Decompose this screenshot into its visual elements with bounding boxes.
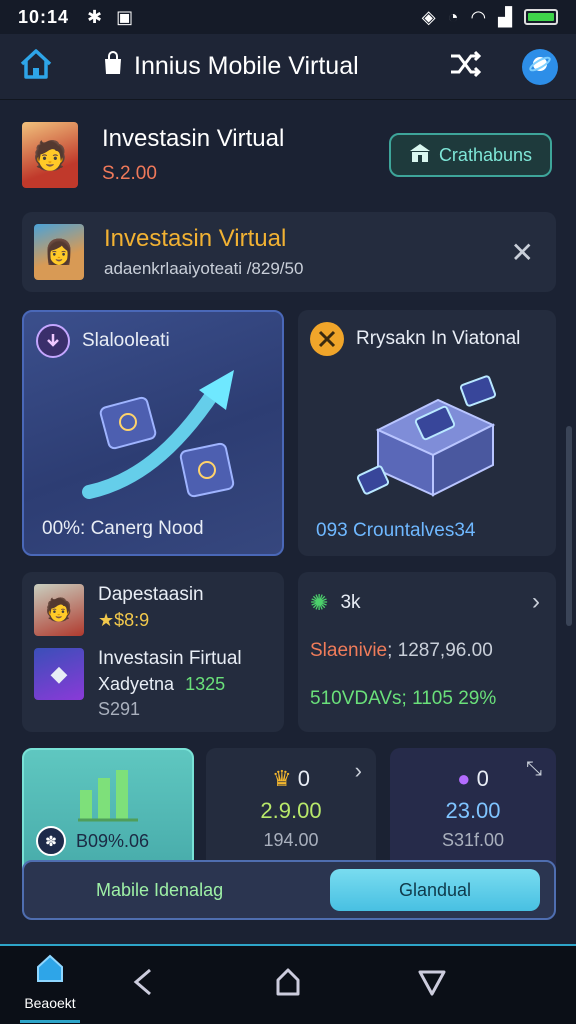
tile1-label: B09%.06 xyxy=(76,830,150,851)
shuffle-icon[interactable] xyxy=(448,47,482,86)
promo-banner[interactable]: 👩 Investasin Virtual adaenkrlaaiyoteati … xyxy=(22,212,556,292)
tile2-sub: 194.00 xyxy=(263,830,319,850)
card-dapestaasin[interactable]: 🧑 Dapestaasin ★$8:9 ◆ Investasin Firtual… xyxy=(22,572,284,732)
crathabuns-button[interactable]: Crathabuns xyxy=(388,133,552,177)
tile2-value: 2.9.00 xyxy=(260,798,322,823)
cube-icon: ◆ xyxy=(34,648,84,700)
gear-icon: ✱ xyxy=(87,6,103,27)
home-circle-icon xyxy=(276,968,300,996)
tile2-count: 0 xyxy=(297,766,311,791)
app-title-wrap: Innius Mobile Virtual xyxy=(102,51,359,82)
glandual-button[interactable]: Glandual xyxy=(330,869,540,911)
nav-home[interactable]: Beaoekt xyxy=(10,952,90,1023)
app-bar-actions xyxy=(448,47,558,86)
card-d-line2: 510VDAVs; 1105 29% xyxy=(310,688,497,709)
card-rrysakn[interactable]: Rrysakn In Viatonal 093 Crountalves34 xyxy=(298,310,556,556)
banner-avatar: 👩 xyxy=(34,224,84,280)
alarm-icon: ◔ xyxy=(447,6,459,27)
card-a-footer: 00%: Canerg Nood xyxy=(42,518,204,539)
card-c-item1-title: Dapestaasin xyxy=(98,584,204,605)
planet-icon xyxy=(529,53,551,80)
card-b-footer: 093 Crountalves34 xyxy=(316,520,476,541)
building-icon xyxy=(409,143,431,168)
tile3-count: 0 xyxy=(476,766,489,791)
card-stats[interactable]: ✺ 3k › Slaenivie; 1287,96.00 510VDAVs; 1… xyxy=(298,572,556,732)
download-icon xyxy=(36,324,70,358)
card-c-item2-extra: S291 xyxy=(98,699,141,719)
message-icon: ▣ xyxy=(116,6,134,27)
card-b-title: Rrysakn In Viatonal xyxy=(356,328,521,349)
profile-row: 🧑 Investasin Virtual S.2.00 Crathabuns xyxy=(22,120,552,190)
nav-home-button[interactable] xyxy=(248,966,328,1003)
avatar: 🧑 xyxy=(22,122,78,188)
status-time: 10:14 xyxy=(18,6,70,27)
card-c-item2-sub: Xadyetna xyxy=(98,674,175,694)
server-box-icon xyxy=(356,375,497,497)
home-icon[interactable] xyxy=(18,46,54,87)
orb-icon: ● xyxy=(457,766,471,791)
banner-subtitle: adaenkrlaaiyoteati /829/50 xyxy=(104,259,304,278)
nav-back[interactable] xyxy=(104,966,184,1003)
card-d-line1-label: Slaenivie xyxy=(310,640,388,661)
battery-icon xyxy=(524,9,558,25)
tile3-value: 23.00 xyxy=(445,798,501,823)
card-c-item2-value: 1325 xyxy=(185,674,226,694)
wifi-icon: ◠ xyxy=(470,6,487,27)
nav-active-indicator xyxy=(20,1020,80,1023)
card-d-title: 3k xyxy=(340,592,361,613)
app-title: Innius Mobile Virtual xyxy=(134,52,359,80)
content-area[interactable]: 🧑 Investasin Virtual S.2.00 Crathabuns 👩… xyxy=(0,100,576,944)
gear-cluster-icon: ✺ xyxy=(310,590,329,615)
chevron-right-icon[interactable]: › xyxy=(532,588,540,616)
tools-icon xyxy=(310,322,344,356)
profile-button[interactable] xyxy=(522,48,558,85)
mabile-button[interactable]: Mabile Idenalag xyxy=(96,880,223,901)
bar-chart-icon xyxy=(78,770,138,822)
nav-home-label: Beaoekt xyxy=(24,995,76,1011)
home-nav-icon xyxy=(37,954,63,982)
crown-icon: ♛ xyxy=(271,766,292,791)
profile-name: Investasin Virtual xyxy=(102,125,285,152)
thumb-person: 🧑 xyxy=(34,584,84,636)
crathabuns-label: Crathabuns xyxy=(438,144,532,165)
card-d-line1-value: ; 1287,96.00 xyxy=(387,640,493,661)
recents-triangle-icon xyxy=(418,970,446,996)
status-right: ◈ ◔ ◠ ▟ xyxy=(422,7,558,28)
card-c-item1-value: ★$8:9 xyxy=(98,610,150,630)
nav-recents[interactable] xyxy=(392,966,472,1003)
app-bar: Innius Mobile Virtual xyxy=(0,34,576,100)
navigation-bar: Beaoekt xyxy=(0,944,576,1024)
status-bar: 10:14 ✱ ▣ ◈ ◔ ◠ ▟ xyxy=(0,0,576,34)
card-c-item2-title: Investasin Firtual xyxy=(98,648,242,669)
growth-chart-icon xyxy=(82,370,235,499)
profile-value: S.2.00 xyxy=(102,163,157,184)
silent-icon: ◈ xyxy=(421,6,436,27)
back-triangle-icon xyxy=(133,968,151,996)
card-a-title: Slalooleati xyxy=(82,330,170,351)
bag-icon xyxy=(102,51,124,82)
banner-title: Investasin Virtual xyxy=(104,225,287,252)
status-notification-icons: ✱ ▣ xyxy=(87,7,133,28)
bottom-action-bar: Mabile Idenalag Glandual xyxy=(22,860,556,920)
badge-icon: ✽ xyxy=(36,826,66,856)
scrollbar[interactable] xyxy=(566,426,572,626)
close-icon[interactable]: ✕ xyxy=(511,236,534,269)
card-slalooleati[interactable]: Slalooleati 00%: Canerg Nood xyxy=(22,310,284,556)
signal-icon: ▟ xyxy=(498,6,512,27)
tile3-sub: S31f.00 xyxy=(441,830,505,850)
